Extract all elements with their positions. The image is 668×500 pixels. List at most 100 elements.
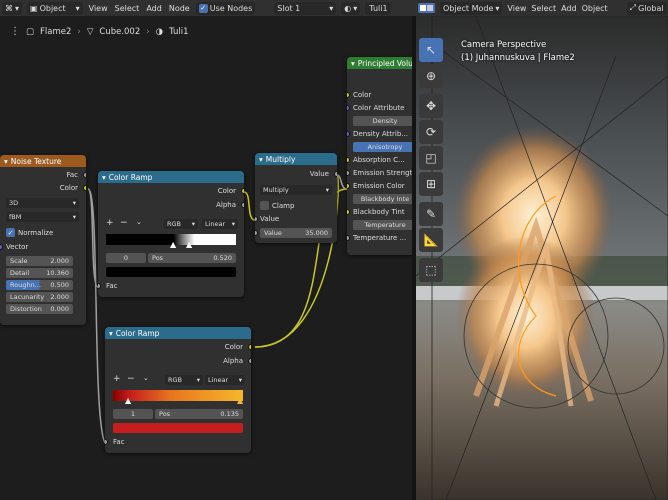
node-header[interactable]: ▾ Color Ramp bbox=[105, 327, 251, 339]
editor-type-button[interactable]: ⌘ ▾ bbox=[2, 1, 23, 15]
input-socket-color[interactable] bbox=[347, 92, 350, 98]
ramp-stop-handle[interactable]: ▲ bbox=[186, 240, 192, 249]
distortion-field[interactable]: Distortion 0.000 bbox=[6, 304, 73, 314]
input-socket-value[interactable] bbox=[255, 230, 258, 236]
3d-viewport[interactable]: Camera Perspective (1) Juhannuskuva | Fl… bbox=[416, 16, 668, 500]
noise-texture-node[interactable]: ▾ Noise Texture Fac Color 3D ▾ fBM ▾ ✓ Norm… bbox=[0, 155, 86, 325]
menu-select[interactable]: Select bbox=[114, 4, 141, 13]
interpolation-dropdown[interactable]: Linear ▾ bbox=[202, 219, 238, 229]
viewport-menu-add[interactable]: Add bbox=[561, 4, 577, 13]
color-ramp-gradient[interactable] bbox=[113, 390, 243, 401]
node-header[interactable]: ▾ Color Ramp bbox=[98, 171, 244, 183]
menu-add[interactable]: Add bbox=[145, 4, 163, 13]
input-socket-emission-color[interactable] bbox=[347, 183, 350, 189]
density-field[interactable]: Density bbox=[353, 116, 417, 126]
scale-field[interactable]: Scale 2.000 bbox=[6, 256, 73, 266]
value-field[interactable]: Value 35.000 bbox=[260, 228, 332, 238]
slot-dropdown[interactable]: Slot 1 ▾ bbox=[274, 1, 337, 15]
object-mode-dropdown[interactable]: ▣ Object ▾ bbox=[27, 1, 83, 15]
viewport-header: Object Mode ▾ View Select Add Object ⤢ Gl… bbox=[412, 0, 668, 16]
color-ramp-node-2[interactable]: ▾ Color Ramp Color Alpha + − ⌄ RGB ▾ Line… bbox=[105, 327, 251, 453]
output-socket-color[interactable] bbox=[248, 344, 251, 350]
input-socket-color-attribute[interactable] bbox=[347, 105, 350, 111]
select-box-tool[interactable]: ↖ bbox=[419, 38, 443, 62]
math-operation-dropdown[interactable]: Multiply ▾ bbox=[260, 185, 332, 195]
menu-node[interactable]: Node bbox=[168, 4, 191, 13]
transform-orientation-dropdown[interactable]: ⤢ Global bbox=[626, 1, 667, 15]
mode-dropdown[interactable]: Object Mode ▾ bbox=[440, 1, 503, 15]
roughness-field[interactable]: Roughn... 0.500 bbox=[6, 280, 73, 290]
input-socket-vector[interactable] bbox=[0, 244, 3, 250]
cursor-tool[interactable]: ⊕ bbox=[419, 64, 443, 88]
chevron-down-icon[interactable]: ⌄ bbox=[136, 218, 142, 226]
select-mode-buttons[interactable] bbox=[418, 3, 435, 13]
noise-type-dropdown[interactable]: fBM ▾ bbox=[6, 212, 79, 222]
interpolation-dropdown[interactable]: Linear ▾ bbox=[205, 375, 245, 385]
lacunarity-field[interactable]: Lacunarity 2.000 bbox=[6, 292, 73, 302]
annotate-tool[interactable]: ✎ bbox=[419, 202, 443, 226]
output-socket-color[interactable] bbox=[241, 188, 244, 194]
input-socket-emission-strength[interactable] bbox=[347, 170, 350, 176]
output-socket-alpha[interactable] bbox=[248, 358, 251, 364]
input-socket-fac[interactable] bbox=[105, 439, 108, 445]
add-cube-tool[interactable]: ⬚ bbox=[419, 258, 443, 282]
viewport-menu-select[interactable]: Select bbox=[531, 4, 556, 13]
material-browse-button[interactable]: ◐ ▾ bbox=[341, 1, 361, 15]
multiply-node[interactable]: ▾ Multiply Value Multiply ▾ Clamp Value V… bbox=[255, 153, 337, 243]
stop-position-field[interactable]: Pos 0.135 bbox=[155, 409, 243, 419]
output-socket-value[interactable] bbox=[334, 171, 337, 177]
chevron-down-icon[interactable]: ⌄ bbox=[143, 374, 149, 382]
temperature-field[interactable]: Temperature bbox=[353, 220, 417, 230]
rotate-tool[interactable]: ⟳ bbox=[419, 120, 443, 144]
color-ramp-node[interactable]: ▾ Color Ramp Color Alpha + − ⌄ RGB ▾ Line… bbox=[98, 171, 244, 297]
viewport-menu-object[interactable]: Object bbox=[582, 4, 608, 13]
output-socket-color[interactable] bbox=[83, 185, 86, 191]
menu-view[interactable]: View bbox=[88, 4, 109, 13]
output-socket-alpha[interactable] bbox=[241, 202, 244, 208]
detail-field[interactable]: Detail 10.360 bbox=[6, 268, 73, 278]
add-stop-button[interactable]: + bbox=[106, 218, 114, 228]
input-socket-density-attribute[interactable] bbox=[347, 131, 350, 137]
clamp-checkbox[interactable]: Clamp bbox=[260, 201, 294, 210]
input-socket-fac[interactable] bbox=[98, 283, 101, 289]
transform-tool[interactable]: ⊞ bbox=[419, 172, 443, 196]
measure-tool[interactable]: 📐 bbox=[419, 228, 443, 252]
anisotropy-field[interactable]: Anisotropy bbox=[353, 142, 417, 152]
material-name-field[interactable]: Tuli1 bbox=[365, 1, 391, 15]
node-editor-canvas[interactable]: ▾ Noise Texture Fac Color 3D ▾ fBM ▾ ✓ Norm… bbox=[0, 47, 417, 500]
transform-icon: ⊞ bbox=[425, 177, 437, 191]
input-socket-absorption[interactable] bbox=[347, 157, 350, 163]
dimensions-dropdown[interactable]: 3D ▾ bbox=[6, 198, 79, 208]
node-header[interactable]: ▾ Principled Volu bbox=[347, 57, 417, 69]
viewport-menu-view[interactable]: View bbox=[507, 4, 526, 13]
ramp-stop-handle[interactable]: ▲ bbox=[237, 396, 243, 405]
normalize-checkbox[interactable]: ✓ Normalize bbox=[6, 228, 53, 237]
add-cube-icon: ⬚ bbox=[425, 263, 437, 277]
blackbody-intensity-field[interactable]: Blackbody Inte bbox=[353, 194, 417, 204]
stop-color-swatch[interactable] bbox=[113, 423, 243, 433]
add-stop-button[interactable]: + bbox=[113, 374, 121, 384]
stop-position-field[interactable]: Pos 0.520 bbox=[148, 253, 236, 263]
collapse-chevron-icon: ▾ bbox=[102, 172, 106, 182]
use-nodes-toggle[interactable]: ✓ Use Nodes bbox=[195, 1, 256, 15]
output-socket-fac[interactable] bbox=[83, 172, 86, 178]
node-header[interactable]: ▾ Multiply bbox=[255, 153, 337, 165]
stop-index-field[interactable]: 1 bbox=[113, 409, 153, 419]
color-mode-dropdown[interactable]: RGB ▾ bbox=[164, 219, 198, 229]
input-socket-blackbody-tint[interactable] bbox=[347, 209, 350, 215]
input-socket-value[interactable] bbox=[255, 216, 258, 222]
ramp-stop-handle[interactable]: ▲ bbox=[125, 396, 131, 405]
pen-icon: ✎ bbox=[425, 207, 437, 221]
ramp-stop-handle[interactable]: ▲ bbox=[170, 240, 176, 249]
move-tool[interactable]: ✥ bbox=[419, 94, 443, 118]
node-header[interactable]: ▾ Noise Texture bbox=[0, 155, 86, 167]
principled-volume-node[interactable]: ▾ Principled Volu Color Color Attribute … bbox=[347, 57, 417, 255]
remove-stop-button[interactable]: − bbox=[127, 374, 135, 384]
stop-color-swatch[interactable] bbox=[106, 267, 236, 277]
input-socket-temperature-texture[interactable] bbox=[347, 235, 350, 241]
remove-stop-button[interactable]: − bbox=[120, 218, 128, 228]
color-mode-dropdown[interactable]: RGB ▾ bbox=[165, 375, 203, 385]
node-editor-header: ⌘ ▾ ▣ Object ▾ View Select Add Node ✓ Use … bbox=[0, 0, 412, 16]
scale-tool[interactable]: ◰ bbox=[419, 146, 443, 170]
stop-index-field[interactable]: 0 bbox=[106, 253, 146, 263]
